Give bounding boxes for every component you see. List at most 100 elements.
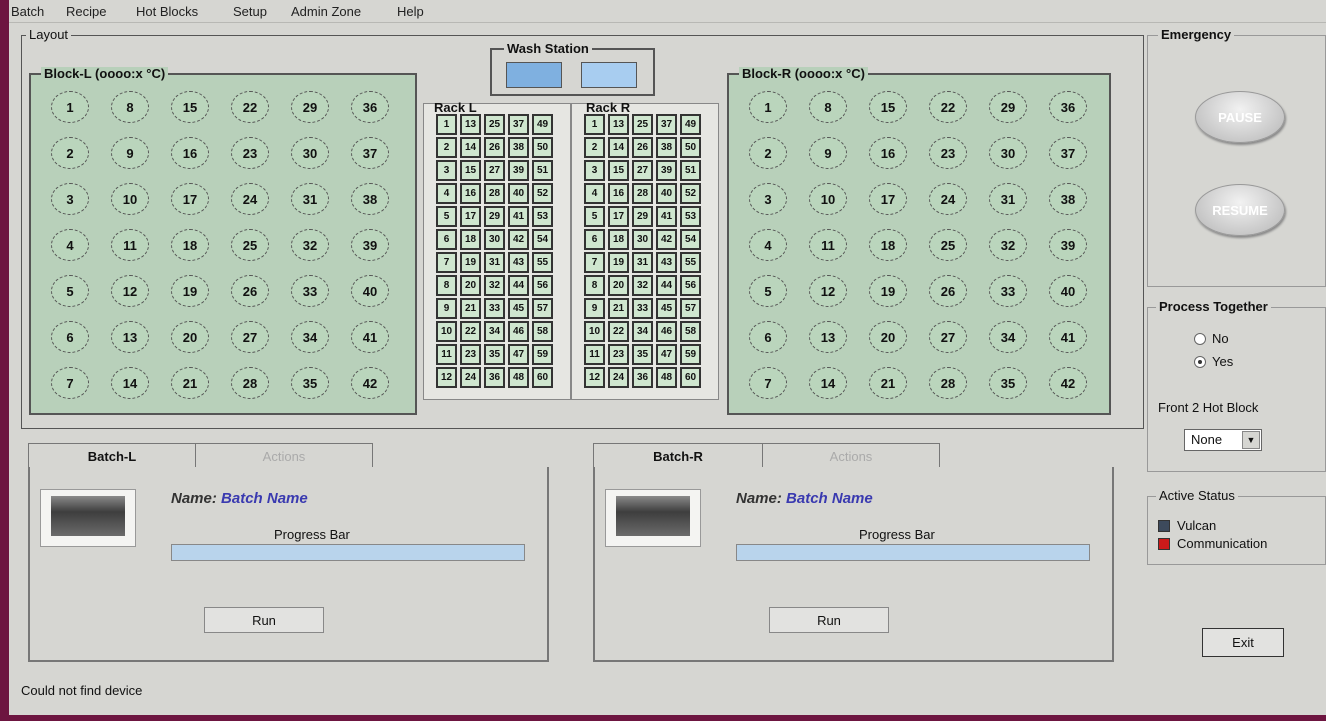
rack-l-tube[interactable]: 60	[532, 367, 553, 388]
rack-l-tube[interactable]: 8	[436, 275, 457, 296]
rack-l-tube[interactable]: 32	[484, 275, 505, 296]
block-l-cell[interactable]: 3	[51, 183, 89, 215]
block-r-cell[interactable]: 10	[809, 183, 847, 215]
block-r-cell[interactable]: 4	[749, 229, 787, 261]
rack-l-tube[interactable]: 19	[460, 252, 481, 273]
rack-r-tube[interactable]: 5	[584, 206, 605, 227]
block-l-cell[interactable]: 27	[231, 321, 269, 353]
rack-l-tube[interactable]: 36	[484, 367, 505, 388]
rack-r-tube[interactable]: 45	[656, 298, 677, 319]
rack-l-tube[interactable]: 47	[508, 344, 529, 365]
block-l-cell[interactable]: 12	[111, 275, 149, 307]
rack-l-tube[interactable]: 24	[460, 367, 481, 388]
rack-l-tube[interactable]: 11	[436, 344, 457, 365]
rack-r-tube[interactable]: 14	[608, 137, 629, 158]
process-together-yes-radio[interactable]: Yes	[1194, 354, 1233, 369]
block-r-cell[interactable]: 5	[749, 275, 787, 307]
block-l-cell[interactable]: 10	[111, 183, 149, 215]
block-l-cell[interactable]: 39	[351, 229, 389, 261]
menu-setup[interactable]: Setup	[233, 4, 267, 19]
tab-batch-r[interactable]: Batch-R	[593, 443, 763, 468]
rack-l-tube[interactable]: 9	[436, 298, 457, 319]
block-r-cell[interactable]: 19	[869, 275, 907, 307]
rack-r-tube[interactable]: 34	[632, 321, 653, 342]
rack-l-tube[interactable]: 41	[508, 206, 529, 227]
rack-r-tube[interactable]: 9	[584, 298, 605, 319]
rack-r-tube[interactable]: 47	[656, 344, 677, 365]
menu-hot-blocks[interactable]: Hot Blocks	[136, 4, 198, 19]
block-l-cell[interactable]: 31	[291, 183, 329, 215]
rack-r-tube[interactable]: 37	[656, 114, 677, 135]
rack-l-tube[interactable]: 5	[436, 206, 457, 227]
chevron-down-icon[interactable]: ▼	[1242, 431, 1260, 449]
rack-r-tube[interactable]: 16	[608, 183, 629, 204]
rack-r-tube[interactable]: 1	[584, 114, 605, 135]
rack-l-tube[interactable]: 3	[436, 160, 457, 181]
rack-l-tube[interactable]: 31	[484, 252, 505, 273]
block-r-cell[interactable]: 34	[989, 321, 1027, 353]
rack-r-tube[interactable]: 6	[584, 229, 605, 250]
rack-l-tube[interactable]: 17	[460, 206, 481, 227]
rack-l-tube[interactable]: 29	[484, 206, 505, 227]
rack-r-tube[interactable]: 30	[632, 229, 653, 250]
block-r-cell[interactable]: 17	[869, 183, 907, 215]
rack-r-tube[interactable]: 48	[656, 367, 677, 388]
block-r-cell[interactable]: 6	[749, 321, 787, 353]
rack-r-tube[interactable]: 12	[584, 367, 605, 388]
rack-r-tube[interactable]: 21	[608, 298, 629, 319]
rack-r-tube[interactable]: 31	[632, 252, 653, 273]
rack-r-tube[interactable]: 32	[632, 275, 653, 296]
block-r-cell[interactable]: 32	[989, 229, 1027, 261]
block-l-cell[interactable]: 32	[291, 229, 329, 261]
rack-r-tube[interactable]: 25	[632, 114, 653, 135]
rack-r-tube[interactable]: 26	[632, 137, 653, 158]
block-l-cell[interactable]: 14	[111, 367, 149, 399]
block-l-cell[interactable]: 22	[231, 91, 269, 123]
tab-batch-l[interactable]: Batch-L	[28, 443, 196, 468]
block-l-cell[interactable]: 2	[51, 137, 89, 169]
block-r-cell[interactable]: 13	[809, 321, 847, 353]
rack-l-tube[interactable]: 57	[532, 298, 553, 319]
rack-l-tube[interactable]: 15	[460, 160, 481, 181]
block-r-cell[interactable]: 23	[929, 137, 967, 169]
rack-r-tube[interactable]: 24	[608, 367, 629, 388]
rack-r-tube[interactable]: 57	[680, 298, 701, 319]
rack-r-tube[interactable]: 23	[608, 344, 629, 365]
rack-r-tube[interactable]: 33	[632, 298, 653, 319]
rack-r-tube[interactable]: 42	[656, 229, 677, 250]
rack-l-tube[interactable]: 35	[484, 344, 505, 365]
block-r-cell[interactable]: 35	[989, 367, 1027, 399]
rack-l-tube[interactable]: 21	[460, 298, 481, 319]
block-l-cell[interactable]: 41	[351, 321, 389, 353]
block-l-cell[interactable]: 18	[171, 229, 209, 261]
rack-l-tube[interactable]: 2	[436, 137, 457, 158]
rack-l-tube[interactable]: 50	[532, 137, 553, 158]
rack-l-tube[interactable]: 13	[460, 114, 481, 135]
block-l-cell[interactable]: 35	[291, 367, 329, 399]
rack-l-tube[interactable]: 52	[532, 183, 553, 204]
block-r-cell[interactable]: 8	[809, 91, 847, 123]
block-r-cell[interactable]: 1	[749, 91, 787, 123]
block-r-cell[interactable]: 27	[929, 321, 967, 353]
rack-r-tube[interactable]: 43	[656, 252, 677, 273]
rack-l-tube[interactable]: 46	[508, 321, 529, 342]
rack-l-tube[interactable]: 14	[460, 137, 481, 158]
block-l-cell[interactable]: 38	[351, 183, 389, 215]
menu-admin-zone[interactable]: Admin Zone	[291, 4, 361, 19]
block-l-cell[interactable]: 34	[291, 321, 329, 353]
process-together-no-radio[interactable]: No	[1194, 331, 1229, 346]
rack-l-tube[interactable]: 34	[484, 321, 505, 342]
block-l-cell[interactable]: 29	[291, 91, 329, 123]
block-l-cell[interactable]: 4	[51, 229, 89, 261]
rack-l-tube[interactable]: 10	[436, 321, 457, 342]
block-r-cell[interactable]: 42	[1049, 367, 1087, 399]
block-l-cell[interactable]: 1	[51, 91, 89, 123]
rack-r-tube[interactable]: 36	[632, 367, 653, 388]
block-r-cell[interactable]: 2	[749, 137, 787, 169]
resume-button[interactable]: RESUME	[1195, 184, 1285, 236]
block-r-cell[interactable]: 11	[809, 229, 847, 261]
rack-l-tube[interactable]: 39	[508, 160, 529, 181]
rack-r-tube[interactable]: 58	[680, 321, 701, 342]
rack-r-tube[interactable]: 41	[656, 206, 677, 227]
rack-l-tube[interactable]: 49	[532, 114, 553, 135]
